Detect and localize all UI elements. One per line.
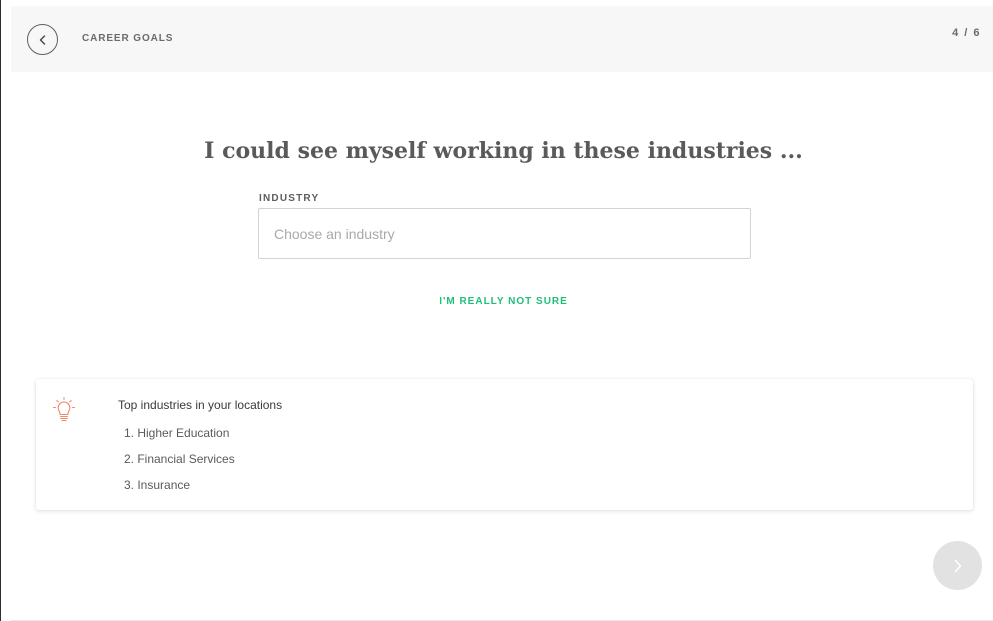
chevron-left-icon <box>39 34 45 45</box>
lightbulb-icon <box>52 396 76 422</box>
header-bar: CAREER GOALS 4 / 6 <box>11 6 993 72</box>
list-item: 2. Financial Services <box>124 452 235 466</box>
not-sure-link[interactable]: I'M REALLY NOT SURE <box>1 296 993 307</box>
tip-card: Top industries in your locations 1. High… <box>36 379 973 510</box>
tip-list: 1. Higher Education 2. Financial Service… <box>124 426 235 504</box>
industry-input[interactable] <box>258 208 751 259</box>
step-title: CAREER GOALS <box>82 33 174 44</box>
page: CAREER GOALS 4 / 6 I could see myself wo… <box>0 0 993 621</box>
next-button[interactable] <box>933 541 982 590</box>
step-counter: 4 / 6 <box>952 27 981 39</box>
chevron-right-icon <box>954 559 961 572</box>
question-heading: I could see myself working in these indu… <box>204 138 803 164</box>
tip-title: Top industries in your locations <box>118 398 283 412</box>
back-button[interactable] <box>27 24 58 55</box>
list-item: 1. Higher Education <box>124 426 230 440</box>
industry-label: INDUSTRY <box>259 193 320 204</box>
list-item: 3. Insurance <box>124 478 191 492</box>
